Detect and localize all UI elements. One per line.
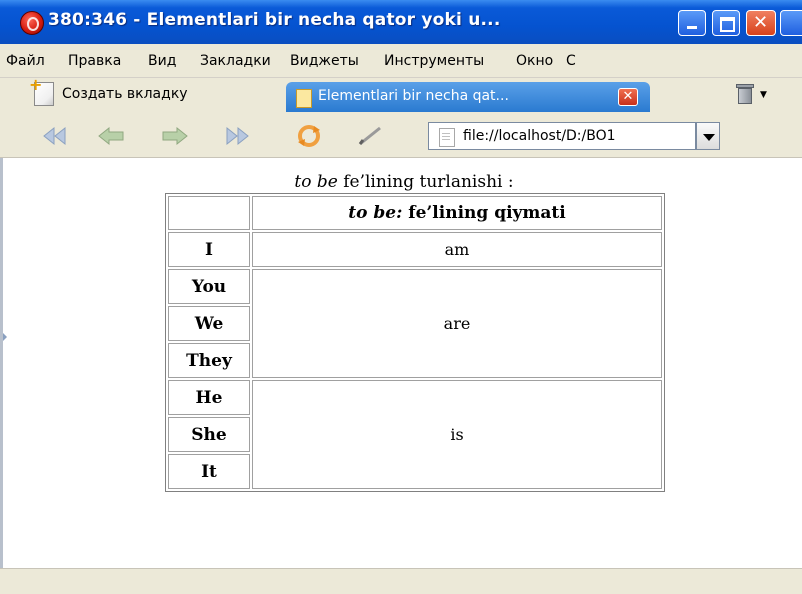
maximize-button[interactable]	[712, 10, 740, 36]
forward-icon[interactable]	[160, 124, 190, 148]
pronoun-cell: It	[168, 454, 250, 489]
pronoun-cell: She	[168, 417, 250, 452]
pronoun-cell: I	[168, 232, 250, 267]
menu-bar: Файл Правка Вид Закладки Виджеты Инструм…	[0, 44, 802, 78]
menu-edit[interactable]: Правка	[68, 53, 121, 69]
new-tab-label: Создать вкладку	[62, 86, 188, 102]
table-header-row: to be: fe’lining qiymati	[168, 196, 662, 230]
tab-close-icon[interactable]: ✕	[618, 88, 638, 106]
trash-icon[interactable]	[736, 84, 754, 106]
menu-help[interactable]: С	[566, 53, 576, 69]
minimize-button[interactable]	[678, 10, 706, 36]
trash-can	[738, 88, 752, 104]
reload-icon[interactable]	[294, 124, 324, 148]
navigation-toolbar: file://localhost/D:/BO1	[0, 114, 802, 158]
menu-view[interactable]: Вид	[148, 53, 176, 69]
fast-forward-icon[interactable]	[222, 124, 252, 148]
header-empty-cell	[168, 196, 250, 230]
header-text: fe’lining qiymati	[402, 203, 566, 223]
opera-logo-icon	[20, 11, 44, 35]
window-button-extra[interactable]	[780, 10, 802, 36]
verb-value-cell: am	[252, 232, 662, 267]
menu-file[interactable]: Файл	[6, 53, 45, 69]
address-bar[interactable]: file://localhost/D:/BO1	[428, 122, 696, 150]
verb-value-cell: is	[252, 380, 662, 489]
status-bar	[0, 568, 802, 594]
page-content: to be fe’lining turlanishi : to be: fe’l…	[0, 158, 802, 568]
tab-label: Elementlari bir necha qat...	[318, 88, 509, 104]
table-row: You are	[168, 269, 662, 378]
trash-dropdown-icon[interactable]: ▼	[760, 90, 767, 100]
menu-bookmarks[interactable]: Закладки	[200, 53, 271, 69]
caption-italic: to be	[294, 172, 338, 192]
menu-tools[interactable]: Инструменты	[384, 53, 484, 69]
table-caption: to be fe’lining turlanishi :	[3, 172, 802, 192]
back-icon[interactable]	[96, 124, 126, 148]
rewind-icon[interactable]	[40, 124, 70, 148]
table-row: I am	[168, 232, 662, 267]
title-bar[interactable]: 380:346 - Elementlari bir necha qator yo…	[0, 0, 802, 44]
close-button[interactable]	[746, 10, 776, 36]
menu-window[interactable]: Окно	[516, 53, 553, 69]
address-dropdown-button[interactable]	[696, 122, 720, 150]
header-italic: to be:	[348, 203, 403, 223]
tab-bar: Создать вкладку Elementlari bir necha qa…	[0, 75, 802, 114]
tab-active[interactable]: Elementlari bir necha qat... ✕	[286, 82, 650, 112]
pronoun-cell: He	[168, 380, 250, 415]
pronoun-cell: We	[168, 306, 250, 341]
new-tab-icon	[29, 75, 54, 106]
header-cell: to be: fe’lining qiymati	[252, 196, 662, 230]
caption-text: fe’lining turlanishi :	[337, 172, 514, 192]
verb-value-cell: are	[252, 269, 662, 378]
table-row: He is	[168, 380, 662, 489]
pronoun-cell: They	[168, 343, 250, 378]
conjugation-table: to be: fe’lining qiymati I am You are We…	[165, 193, 665, 492]
address-input[interactable]: file://localhost/D:/BO1	[463, 128, 683, 144]
panel-toggle-icon[interactable]	[3, 333, 7, 341]
menu-widgets[interactable]: Виджеты	[290, 53, 359, 69]
window-title: 380:346 - Elementlari bir necha qator yo…	[48, 10, 501, 30]
page-icon	[296, 89, 312, 108]
page-icon	[439, 128, 455, 147]
pronoun-cell: You	[168, 269, 250, 304]
edit-pen-icon[interactable]	[356, 124, 386, 148]
